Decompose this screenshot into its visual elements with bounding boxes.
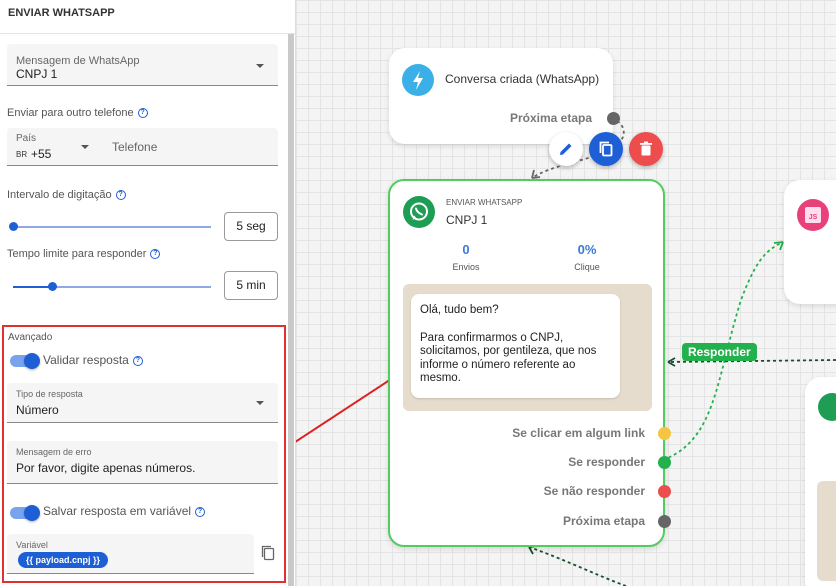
click-label: Clique [574,262,600,272]
help-icon[interactable]: ? [195,506,206,517]
js-node[interactable]: JS [784,180,836,304]
flow-canvas[interactable]: Conversa criada (WhatsApp) Próxima etapa… [296,0,836,586]
typing-slider-thumb[interactable] [9,222,18,231]
timeout-slider-fill [13,286,52,288]
validate-toggle[interactable] [10,353,40,369]
validate-label: Validar resposta? [43,353,143,367]
message-preview [817,481,836,581]
whatsapp-icon [818,393,836,421]
bubble-body: Para confirmarmos o CNPJ, solicitamos, p… [420,331,597,385]
copy-icon[interactable] [260,544,276,562]
chevron-down-icon [81,145,89,149]
whatsapp-node[interactable]: ENVIAR WHATSAPP CNPJ 1 0 Envios 0% Cliqu… [388,179,671,547]
typing-interval-value[interactable]: 5 seg [224,212,278,241]
message-select[interactable]: Mensagem de WhatsApp CNPJ 1 [7,44,278,86]
phone-input[interactable]: Telefone [112,140,157,154]
port-responded[interactable] [658,456,671,469]
output-responded: Se responder [568,455,645,469]
port-next-step[interactable] [658,515,671,528]
trigger-next-label: Próxima etapa [509,111,592,125]
panel-title: ENVIAR WHATSAPP [0,0,295,34]
pencil-icon [560,143,572,155]
timeout-label: Tempo limite para responder? [7,248,161,260]
edit-button[interactable] [549,132,583,166]
error-message-value: Por favor, digite apenas números. [16,461,196,475]
sent-count: 0 [462,242,470,257]
advanced-title: Avançado [8,332,53,343]
country-select[interactable]: País BR +55 Telefone [7,128,278,166]
trigger-title: Conversa criada (WhatsApp) [445,72,600,86]
panel-scrollbar[interactable] [288,34,294,586]
port-no-response[interactable] [658,485,671,498]
whatsapp-node-2[interactable] [805,377,836,586]
message-select-value: CNPJ 1 [16,67,58,81]
response-type-select[interactable]: Tipo de resposta Número [7,383,278,423]
trash-icon [640,141,652,156]
country-flag: BR [16,150,28,159]
message-preview: Olá, tudo bem? Para confirmarmos o CNPJ,… [403,284,652,411]
toggle-knob [24,353,40,369]
node-name: CNPJ 1 [446,213,488,227]
timeout-value[interactable]: 5 min [224,271,278,300]
help-icon[interactable]: ? [150,249,161,260]
trigger-node[interactable]: Conversa criada (WhatsApp) Próxima etapa [389,48,620,144]
duplicate-button[interactable] [589,132,623,166]
delete-button[interactable] [629,132,663,166]
help-icon[interactable]: ? [137,108,148,119]
output-link-click: Se clicar em algum link [512,426,645,440]
lightning-icon [402,64,434,96]
node-kind: ENVIAR WHATSAPP [446,198,523,207]
error-message-label: Mensagem de erro [16,447,92,457]
country-code: +55 [31,147,52,161]
output-next-step: Próxima etapa [562,514,645,528]
help-icon[interactable]: ? [115,190,126,201]
country-label: País [16,133,37,144]
advanced-section: Avançado Validar resposta? Tipo de respo… [2,325,286,583]
toggle-knob [24,505,40,521]
js-badge: JS [805,207,821,223]
chevron-down-icon [256,64,264,68]
variable-field[interactable]: Variável {{ payload.cnpj }} [7,534,254,574]
chevron-down-icon [256,401,264,405]
click-rate: 0% [577,242,597,257]
port-link-click[interactable] [658,427,671,440]
copy-icon [599,141,613,157]
timeout-slider-thumb[interactable] [48,282,57,291]
typing-interval-label: Intervalo de digitação? [7,189,126,201]
other-phone-label: Enviar para outro telefone? [7,107,148,119]
trigger-next-port[interactable] [607,112,620,125]
respond-tag[interactable]: Responder [682,343,757,361]
error-message-field[interactable]: Mensagem de erro Por favor, digite apena… [7,441,278,484]
message-select-label: Mensagem de WhatsApp [16,55,140,67]
whatsapp-icon [403,196,435,228]
help-icon[interactable]: ? [132,355,143,366]
variable-chip[interactable]: {{ payload.cnpj }} [18,552,109,568]
variable-label: Variável [16,540,48,550]
response-type-label: Tipo de resposta [16,389,83,399]
typing-slider-track[interactable] [13,226,211,228]
js-icon: JS [797,199,829,231]
save-variable-label: Salvar resposta em variável? [43,504,206,518]
properties-panel: ENVIAR WHATSAPP Mensagem de WhatsApp CNP… [0,0,296,586]
save-variable-toggle[interactable] [10,505,40,521]
response-type-value: Número [16,403,59,417]
sent-label: Envios [452,262,480,272]
message-bubble: Olá, tudo bem? Para confirmarmos o CNPJ,… [411,294,620,398]
bubble-greeting: Olá, tudo bem? [420,304,499,316]
output-no-response: Se não responder [543,484,645,498]
